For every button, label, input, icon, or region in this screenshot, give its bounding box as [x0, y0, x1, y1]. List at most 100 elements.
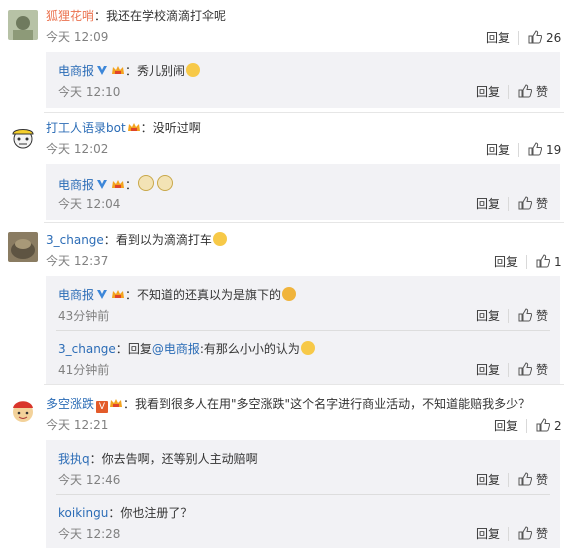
divider [518, 143, 519, 157]
avatar[interactable] [8, 232, 38, 262]
reply-text: 你也注册了？ [120, 506, 193, 520]
divider [518, 31, 519, 45]
avatar-image-icon [8, 122, 38, 152]
comment-item: 打工人语录bot ：没听过啊 今天 12:02 回复 19 电商报： 今天 12:… [0, 112, 577, 222]
reply-button[interactable]: 回复 [476, 472, 500, 488]
reply-button[interactable]: 回复 [494, 418, 518, 434]
comment-body: 3_change：看到以为滴滴打车 [46, 232, 227, 248]
like-button[interactable]: 赞 [518, 196, 548, 212]
reply-button[interactable]: 回复 [486, 30, 510, 46]
like-button[interactable]: 赞 [518, 84, 548, 100]
reply-text: 不知道的还真以为是旗下的 [137, 288, 282, 302]
like-button[interactable]: 赞 [518, 308, 548, 324]
timestamp: 今天 12:04 [58, 197, 121, 211]
like-label: 赞 [536, 473, 549, 487]
avatar[interactable] [8, 122, 38, 152]
reply-body: 电商报 ：不知道的还真以为是旗下的 [58, 287, 297, 303]
reply-button[interactable]: 回复 [486, 142, 510, 158]
reply-item: 电商报 ：秀儿别闹 今天 12:10 回复 赞 [46, 52, 560, 106]
like-label: 赞 [536, 527, 549, 541]
reply-button[interactable]: 回复 [476, 362, 500, 378]
thumbs-up-icon [518, 362, 533, 376]
divider [508, 527, 509, 541]
laughing-emoji-icon [186, 63, 201, 77]
laughing-emoji-icon [212, 232, 227, 246]
thumbs-up-icon [518, 526, 533, 540]
like-label: 赞 [536, 363, 549, 377]
like-label: 赞 [536, 197, 549, 211]
avatar[interactable] [8, 10, 38, 40]
thumbs-up-icon [518, 84, 533, 98]
username-link[interactable]: 3_change [58, 342, 116, 356]
thumbs-up-icon [528, 142, 543, 156]
mention-link[interactable]: @电商报 [152, 342, 200, 356]
timestamp: 41分钟前 [58, 363, 110, 377]
like-button[interactable]: 26 [528, 30, 561, 46]
reply-item: koikingu：你也注册了？ 今天 12:28 回复 赞 [46, 494, 560, 548]
timestamp: 今天 12:37 [46, 254, 109, 268]
reply-list: 我执q：你去告啊，还等别人主动赔啊 今天 12:46 回复 赞 koikingu… [46, 440, 560, 548]
verified-v-icon [97, 66, 108, 75]
reply-body: 电商报 ： [58, 175, 174, 193]
verified-v-icon [97, 180, 108, 189]
timestamp: 43分钟前 [58, 309, 110, 323]
like-button[interactable]: 19 [528, 142, 561, 158]
verified-v-icon [97, 290, 108, 299]
avatar[interactable] [8, 396, 38, 426]
reply-button[interactable]: 回复 [476, 308, 500, 324]
username-link[interactable]: 多空涨跌 [46, 397, 94, 411]
reply-item: 3_change：回复@电商报:有那么小小的认为 41分钟前 回复 赞 [46, 330, 560, 384]
thumbs-up-icon [518, 196, 533, 210]
timestamp: 今天 12:10 [58, 85, 121, 99]
reply-word: 回复 [127, 342, 152, 356]
like-button[interactable]: 1 [536, 254, 562, 270]
comment-body: 多空涨跌 V ：我看到很多人在用"多空涨跌"这个名字进行商业活动，不知道能赔我多少？ [46, 396, 530, 413]
comment-body: 打工人语录bot ：没听过啊 [46, 120, 201, 136]
comment-text: 没听过啊 [152, 121, 201, 135]
like-count: 19 [546, 143, 562, 157]
username-link[interactable]: 3_change [46, 233, 104, 247]
timestamp: 今天 12:02 [46, 142, 109, 156]
username-link[interactable]: 狐狸花哨 [46, 9, 94, 23]
username-link[interactable]: 打工人语录bot [46, 121, 126, 135]
like-button[interactable]: 2 [536, 418, 562, 434]
comment-text: 我看到很多人在用"多空涨跌"这个名字进行商业活动，不知道能赔我多少？ [135, 397, 531, 411]
thumbs-up-icon [536, 254, 551, 268]
thumbs-up-icon [528, 30, 543, 44]
reply-button[interactable]: 回复 [476, 84, 500, 100]
reply-button[interactable]: 回复 [476, 196, 500, 212]
thumbs-up-icon [518, 472, 533, 486]
awkward-emoji-icon [282, 287, 297, 301]
timestamp: 今天 12:09 [46, 30, 109, 44]
divider [508, 363, 509, 377]
separator: ： [115, 342, 128, 356]
username-link[interactable]: 我执q [58, 452, 90, 466]
like-button[interactable]: 赞 [518, 472, 548, 488]
doge-emoji-icon [138, 175, 155, 191]
comment-item: 狐狸花哨：我还在学校滴滴打伞呢 今天 12:09 回复 26 电商报 ：秀儿别闹 … [0, 0, 577, 112]
username-link[interactable]: koikingu [58, 506, 108, 520]
reply-text: :有那么小小的认为 [199, 342, 300, 356]
divider [508, 197, 509, 211]
reply-button[interactable]: 回复 [494, 254, 518, 270]
username-link[interactable]: 电商报 [58, 178, 94, 192]
reply-button[interactable]: 回复 [476, 526, 500, 542]
username-link[interactable]: 电商报 [58, 64, 94, 78]
crown-icon [112, 180, 125, 188]
reply-list: 电商报 ： 今天 12:04 回复 赞 [46, 164, 560, 220]
crown-icon [112, 66, 125, 74]
username-link[interactable]: 电商报 [58, 288, 94, 302]
like-button[interactable]: 赞 [518, 526, 548, 542]
separator: ： [125, 64, 138, 78]
separator: ： [125, 288, 138, 302]
like-count: 1 [554, 255, 562, 269]
doge-emoji-icon [157, 175, 174, 191]
reply-list: 电商报 ：不知道的还真以为是旗下的 43分钟前 回复 赞 3_change：回复@… [46, 276, 560, 384]
separator: ： [89, 452, 102, 466]
separator: ： [140, 121, 153, 135]
divider [508, 473, 509, 487]
like-count: 26 [546, 31, 562, 45]
separator: ： [123, 397, 136, 411]
crown-icon [110, 399, 123, 407]
like-button[interactable]: 赞 [518, 362, 548, 378]
